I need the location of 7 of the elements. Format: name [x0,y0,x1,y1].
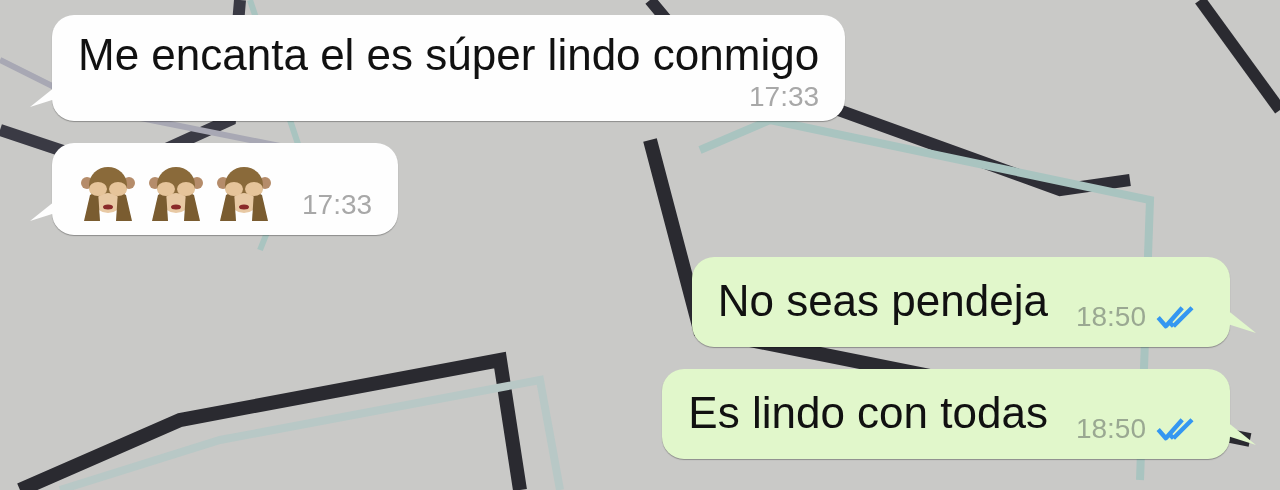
message-time: 17:33 [302,189,373,221]
message-text: No seas pendeja [717,275,1048,327]
message-time: 18:50 [1075,301,1146,333]
message-time: 18:50 [1075,413,1146,445]
message-time: 17:33 [749,81,820,113]
message-text: Es lindo con todas [688,387,1048,439]
message-text: Me encanta el es súper lindo conmigo [78,29,820,81]
